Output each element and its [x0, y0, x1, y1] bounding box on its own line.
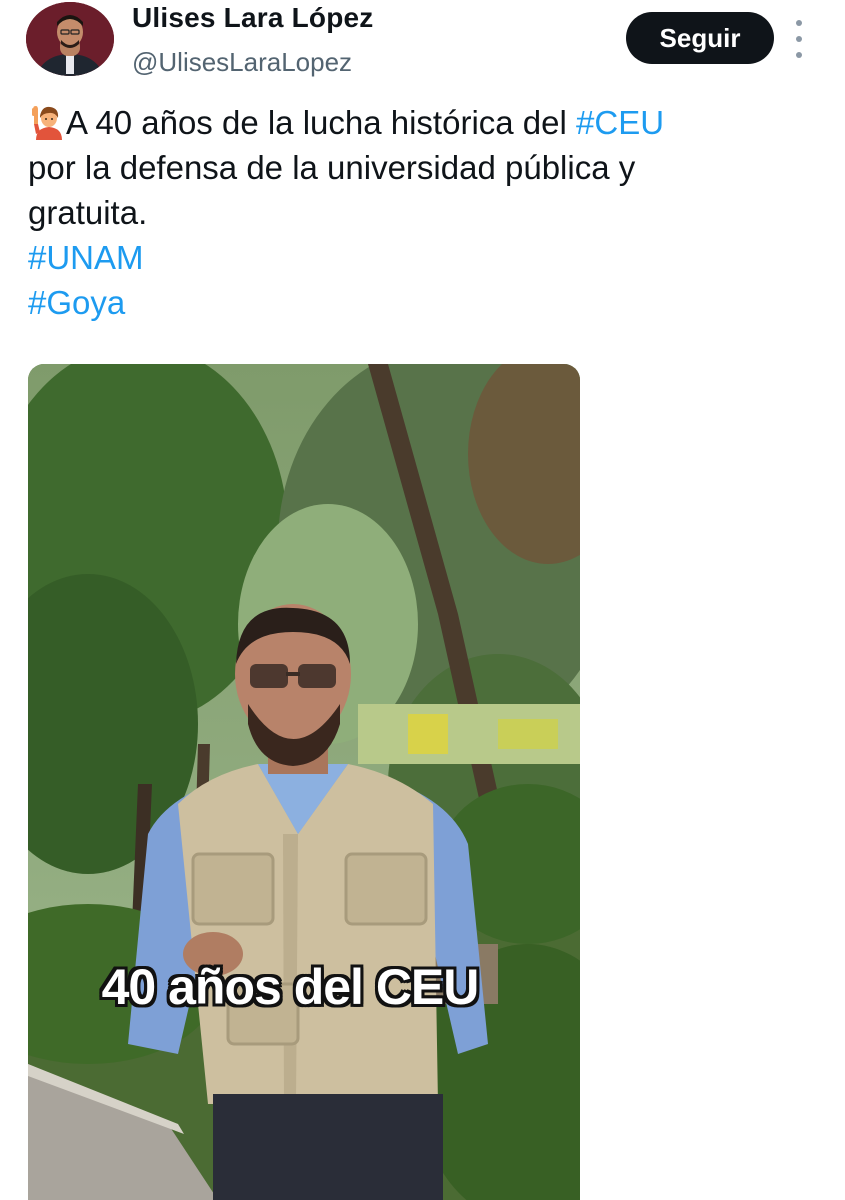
profile-photo	[26, 2, 114, 76]
vertical-ellipsis-icon[interactable]	[788, 20, 810, 58]
hashtag-goya-link[interactable]: #Goya	[28, 280, 818, 325]
tweet-video[interactable]	[28, 364, 580, 1200]
tweet-line-1: A 40 años de la lucha histórica del #CEU	[28, 100, 818, 145]
author-handle[interactable]: @UlisesLaraLopez	[132, 47, 352, 78]
tweet-line-1-text: A 40 años de la lucha histórica del	[66, 104, 577, 141]
more-dot	[796, 36, 802, 42]
video-caption: 40 años del CEU	[101, 959, 480, 1015]
follow-button[interactable]: Seguir	[626, 12, 774, 64]
more-dot	[796, 20, 802, 26]
author-display-name[interactable]: Ulises Lara López	[132, 2, 373, 34]
person-raising-hand-emoji-icon	[32, 106, 62, 140]
hashtag-unam-link[interactable]: #UNAM	[28, 235, 818, 280]
tweet-line-3: gratuita.	[28, 194, 148, 231]
hashtag-ceu-link[interactable]: #CEU	[576, 104, 664, 141]
tweet-text: A 40 años de la lucha histórica del #CEU…	[28, 100, 818, 325]
more-dot	[796, 52, 802, 58]
tweet-line-2: por la defensa de la universidad pública…	[28, 149, 636, 186]
video-frame-illustration	[28, 364, 580, 1200]
avatar[interactable]	[26, 2, 114, 76]
